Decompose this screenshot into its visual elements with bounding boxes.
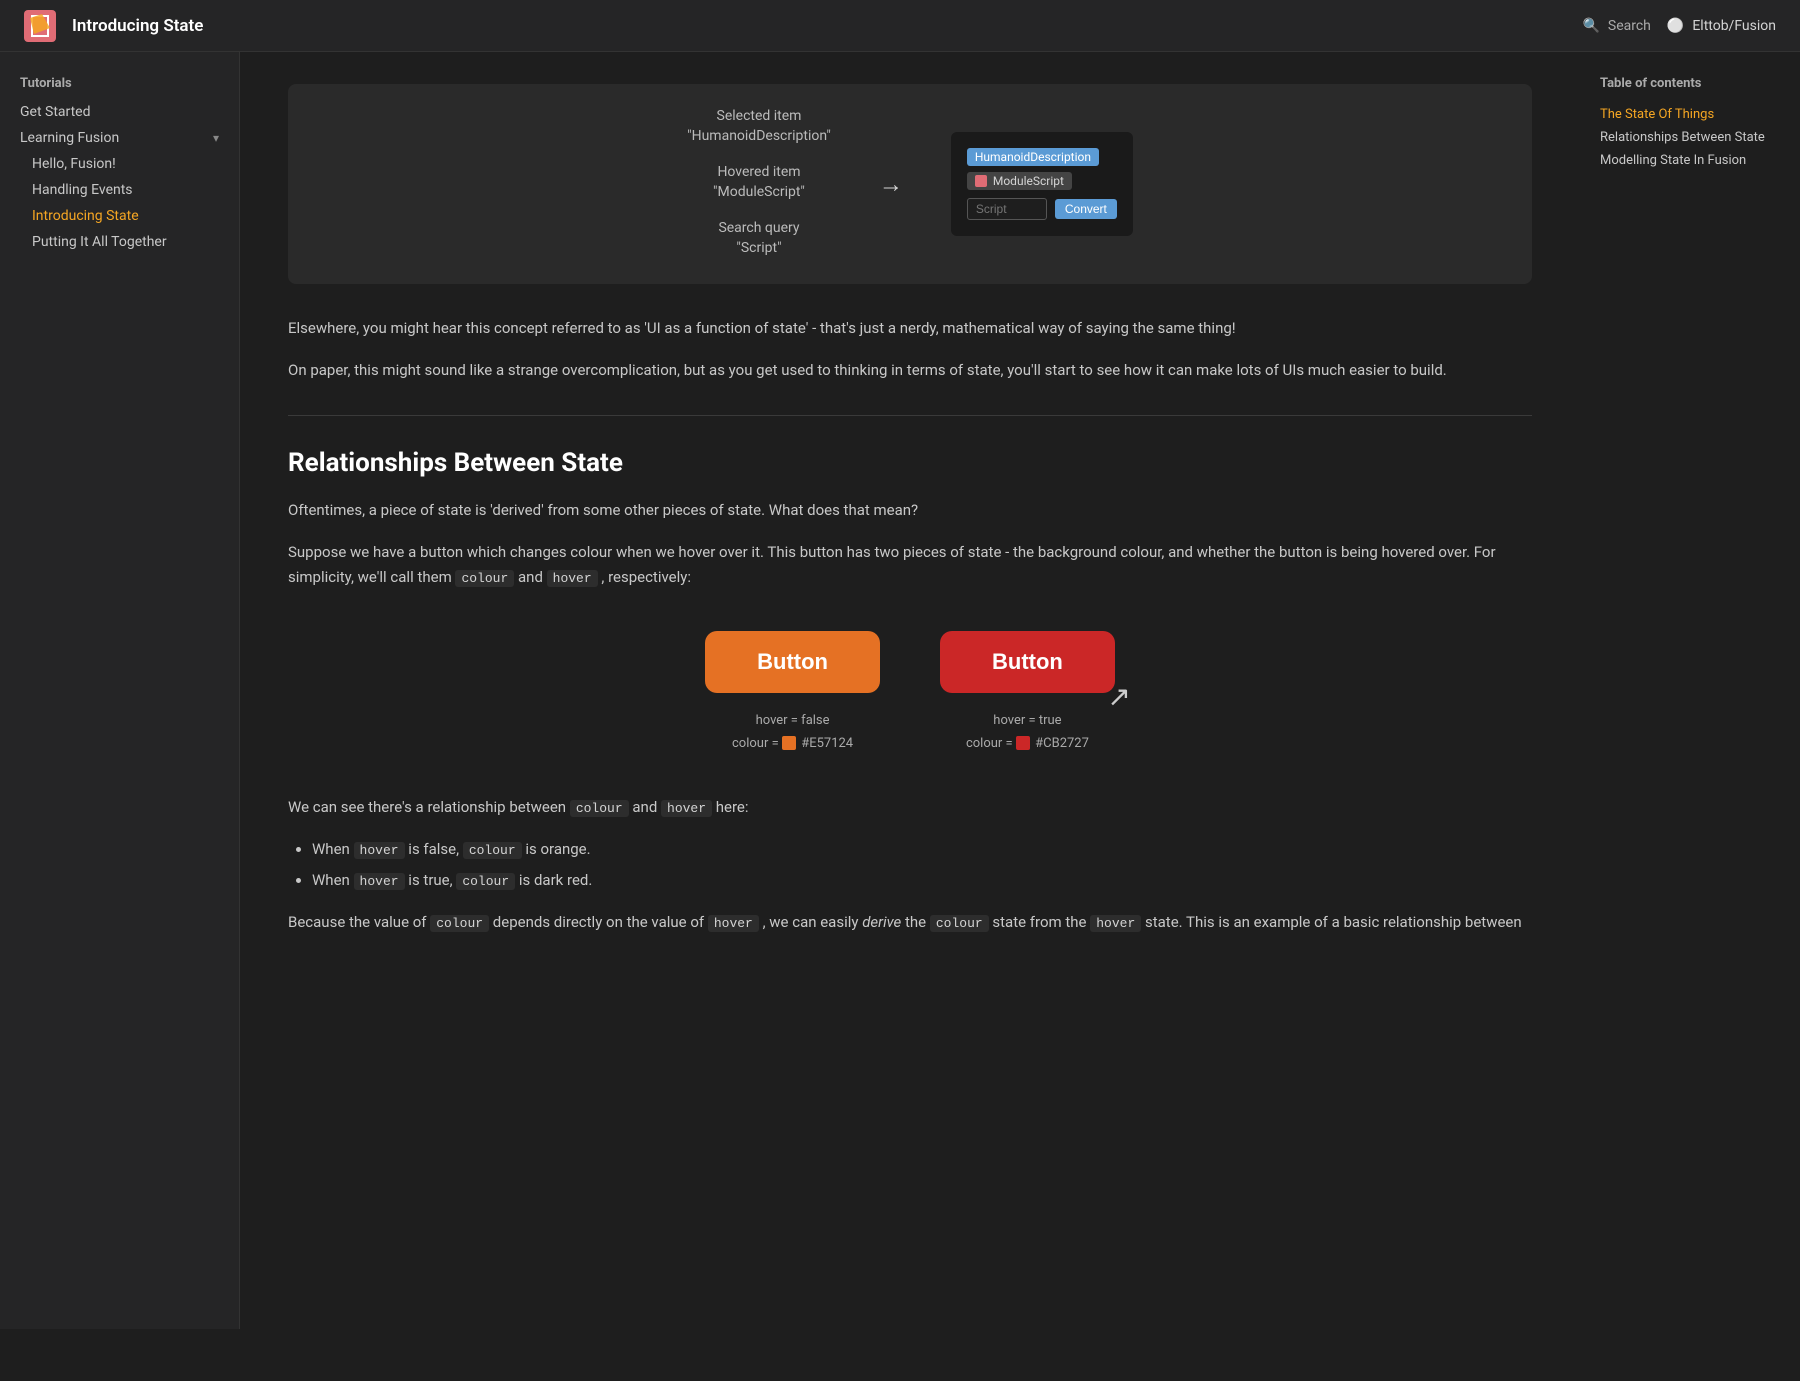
code-colour-b2: colour [456, 873, 515, 890]
code-hover: hover [547, 570, 598, 587]
putting-together-label: Putting It All Together [32, 234, 167, 250]
bullet-item-1: When hover is false, colour is orange. [312, 837, 1532, 863]
orange-swatch [782, 736, 796, 750]
github-icon: ⚪ [1667, 18, 1684, 34]
code-hover4: hover [1090, 915, 1141, 932]
divider [288, 415, 1532, 416]
para5: We can see there's a relationship betwee… [288, 795, 1532, 821]
demo-labels: Selected item "HumanoidDescription" Hove… [687, 108, 831, 260]
search-label: Search [1608, 18, 1651, 34]
para2: On paper, this might sound like a strang… [288, 358, 1532, 384]
button-demo-area: Button hover = false colour = #E57124 Bu… [288, 631, 1532, 756]
search-icon: 🔍 [1582, 18, 1599, 34]
get-started-label: Get Started [20, 104, 91, 120]
btn-orange-state: hover = false colour = #E57124 [732, 709, 853, 756]
convert-row: Convert [967, 198, 1117, 220]
module-script-icon [975, 175, 987, 187]
sidebar-item-hello-fusion[interactable]: Hello, Fusion! [0, 151, 239, 177]
chevron-down-icon: ▾ [213, 131, 219, 145]
section-heading-relationships: Relationships Between State [288, 448, 1532, 478]
para4: Suppose we have a button which changes c… [288, 540, 1532, 591]
cursor-icon: ↗ [1107, 680, 1130, 713]
introducing-state-label: Introducing State [32, 208, 139, 224]
sidebar-item-get-started[interactable]: Get Started [0, 99, 239, 125]
toc-title: Table of contents [1600, 76, 1780, 91]
sidebar-item-handling-events[interactable]: Handling Events [0, 177, 239, 203]
sidebar-item-introducing-state[interactable]: Introducing State [0, 203, 239, 229]
convert-button[interactable]: Convert [1055, 199, 1117, 219]
search-bar[interactable]: 🔍 Search [1582, 18, 1650, 34]
bullet-list: When hover is false, colour is orange. W… [288, 837, 1532, 894]
bullet-item-2: When hover is true, colour is dark red. [312, 868, 1532, 894]
code-colour: colour [455, 570, 514, 587]
demo-box: Selected item "HumanoidDescription" Hove… [288, 84, 1532, 284]
topnav: Introducing State 🔍 Search ⚪ Elttob/Fusi… [0, 0, 1800, 52]
toc-item-relationships[interactable]: Relationships Between State [1600, 126, 1780, 149]
code-colour2: colour [570, 800, 629, 817]
para6: Because the value of colour depends dire… [288, 910, 1532, 936]
sidebar-item-learning-fusion[interactable]: Learning Fusion ▾ [0, 125, 239, 151]
derive-text: derive [862, 913, 901, 931]
humanoid-badge: HumanoidDescription [967, 148, 1099, 166]
toc-item-modelling[interactable]: Modelling State In Fusion [1600, 149, 1780, 172]
page-title: Introducing State [72, 16, 1566, 36]
code-hover-b1: hover [354, 842, 405, 859]
code-colour-b1: colour [463, 842, 522, 859]
hovered-item-label: Hovered item [687, 164, 831, 180]
btn-red-wrapper: Button ↗ hover = true colour = #CB2727 [940, 631, 1115, 756]
demo-ui-panel: HumanoidDescription ModuleScript Convert [951, 132, 1133, 236]
para3: Oftentimes, a piece of state is 'derived… [288, 498, 1532, 524]
selected-item-label: Selected item [687, 108, 831, 124]
red-swatch [1016, 736, 1030, 750]
search-query-value: "Script" [687, 240, 831, 256]
btn-red-state: hover = true colour = #CB2727 [966, 709, 1089, 756]
module-script-badge: ModuleScript [967, 172, 1072, 190]
toc: Table of contents The State Of Things Re… [1580, 52, 1800, 1329]
code-hover-b2: hover [354, 873, 405, 890]
convert-input[interactable] [967, 198, 1047, 220]
selected-item-value: "HumanoidDescription" [687, 128, 831, 144]
code-colour3: colour [430, 915, 489, 932]
code-colour4: colour [930, 915, 989, 932]
github-link[interactable]: ⚪ Elttob/Fusion [1667, 18, 1776, 34]
hovered-item-value: "ModuleScript" [687, 184, 831, 200]
handling-events-label: Handling Events [32, 182, 133, 198]
logo-icon[interactable] [24, 10, 56, 42]
para1: Elsewhere, you might hear this concept r… [288, 316, 1532, 342]
orange-button[interactable]: Button [705, 631, 880, 693]
main-content: Selected item "HumanoidDescription" Hove… [240, 52, 1580, 1329]
github-label: Elttob/Fusion [1692, 18, 1776, 34]
red-button[interactable]: Button [940, 631, 1115, 693]
hello-fusion-label: Hello, Fusion! [32, 156, 116, 172]
sidebar: Tutorials Get Started Learning Fusion ▾ … [0, 52, 240, 1329]
search-query-label: Search query [687, 220, 831, 236]
btn-orange-wrapper: Button hover = false colour = #E57124 [705, 631, 880, 756]
learning-fusion-label: Learning Fusion [20, 130, 119, 146]
arrow-icon: → [879, 170, 903, 199]
code-hover3: hover [708, 915, 759, 932]
tutorials-section: Tutorials [0, 76, 239, 99]
sidebar-item-putting-together[interactable]: Putting It All Together [0, 229, 239, 255]
toc-item-state-of-things[interactable]: The State Of Things [1600, 103, 1780, 126]
code-hover2: hover [661, 800, 712, 817]
